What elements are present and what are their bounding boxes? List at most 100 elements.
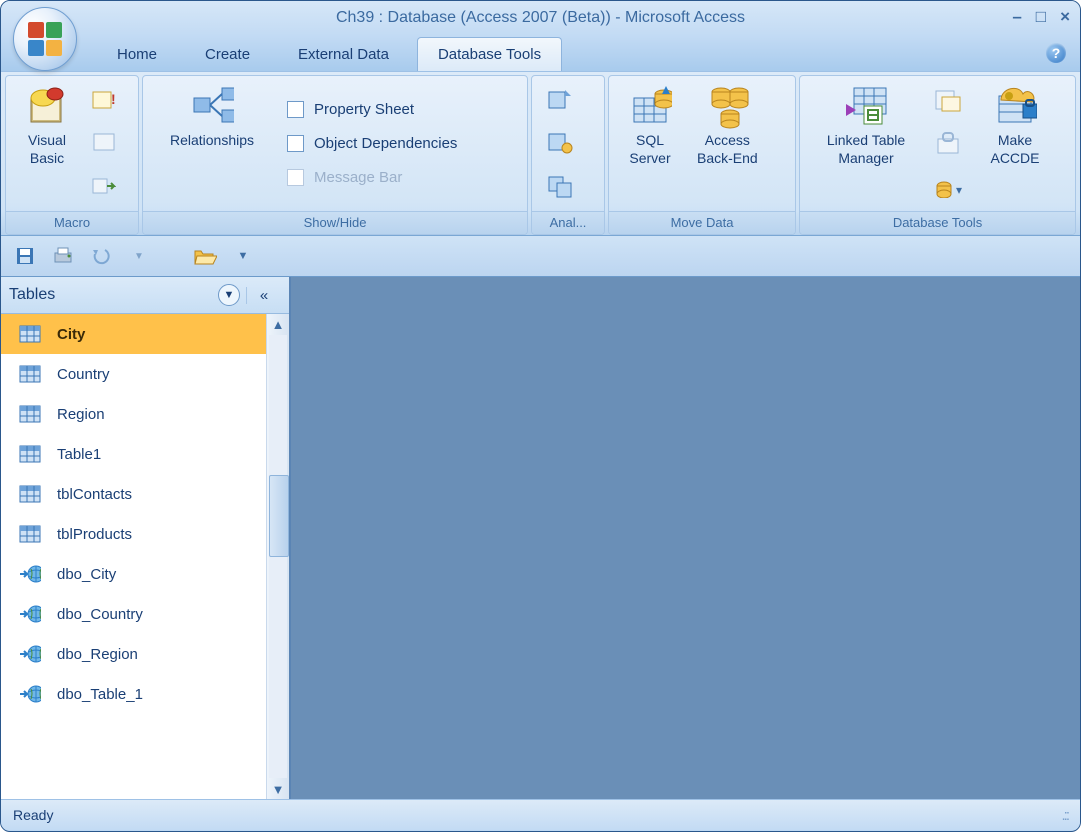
nav-item-region[interactable]: Region bbox=[1, 394, 266, 434]
linked-table-manager-icon bbox=[844, 84, 888, 128]
linked-table-icon bbox=[19, 604, 41, 624]
object-dependencies-toggle[interactable]: Object Dependencies bbox=[277, 127, 467, 161]
group-move-data-label: Move Data bbox=[609, 211, 795, 234]
checkbox-icon bbox=[287, 169, 304, 186]
property-sheet-toggle[interactable]: Property Sheet bbox=[277, 93, 467, 127]
open-folder-button[interactable] bbox=[193, 244, 217, 268]
linked-table-icon bbox=[19, 684, 41, 704]
tab-database-tools[interactable]: Database Tools bbox=[417, 37, 562, 71]
documenter-button[interactable] bbox=[544, 170, 576, 202]
nav-item-label: dbo_Country bbox=[57, 606, 143, 623]
make-accde-icon bbox=[993, 84, 1037, 128]
nav-item-dbo-country[interactable]: dbo_Country bbox=[1, 594, 266, 634]
maximize-button[interactable]: □ bbox=[1036, 7, 1046, 27]
sql-server-button[interactable]: SQL Server bbox=[613, 80, 687, 207]
linked-table-icon bbox=[19, 644, 41, 664]
tab-external-data[interactable]: External Data bbox=[278, 38, 409, 71]
scroll-down-button[interactable]: ▼ bbox=[268, 779, 288, 799]
print-button[interactable] bbox=[51, 244, 75, 268]
visual-basic-label: Visual Basic bbox=[28, 132, 66, 167]
nav-item-label: Region bbox=[57, 406, 105, 423]
status-text: Ready bbox=[13, 807, 53, 823]
nav-item-tblcontacts[interactable]: tblContacts bbox=[1, 474, 266, 514]
scroll-up-button[interactable]: ▲ bbox=[268, 314, 288, 334]
nav-item-label: Table1 bbox=[57, 446, 101, 463]
table-icon bbox=[19, 444, 41, 464]
macro-shortcut-button[interactable] bbox=[88, 127, 120, 159]
nav-item-label: tblContacts bbox=[57, 486, 132, 503]
group-database-tools-label: Database Tools bbox=[800, 211, 1075, 234]
group-show-hide-label: Show/Hide bbox=[143, 211, 527, 234]
office-button[interactable] bbox=[13, 7, 77, 71]
relationships-label: Relationships bbox=[170, 132, 254, 150]
svg-text:▾: ▾ bbox=[956, 183, 962, 197]
make-accde-button[interactable]: Make ACCDE bbox=[978, 80, 1052, 207]
nav-item-label: tblProducts bbox=[57, 526, 132, 543]
ribbon: Visual Basic ! Macro Relationships bbox=[1, 71, 1080, 236]
table-icon bbox=[19, 404, 41, 424]
quick-access-toolbar: ▼ ▼ bbox=[1, 236, 1080, 277]
qat-dropdown[interactable]: ▼ bbox=[127, 244, 151, 268]
scroll-thumb[interactable] bbox=[269, 475, 289, 557]
sql-server-label: SQL Server bbox=[629, 132, 670, 167]
office-logo-icon bbox=[28, 22, 62, 56]
visual-basic-button[interactable]: Visual Basic bbox=[10, 80, 84, 207]
nav-item-dbo-city[interactable]: dbo_City bbox=[1, 554, 266, 594]
group-move-data: SQL Server Access Back-End Move Data bbox=[608, 75, 796, 235]
nav-item-table1[interactable]: Table1 bbox=[1, 434, 266, 474]
navigation-pane: Tables ▼ « City Country Region Table1 tblCon… bbox=[1, 277, 291, 799]
tab-home[interactable]: Home bbox=[97, 38, 177, 71]
group-database-tools: Linked Table Manager ▾ Make ACCDE Databa… bbox=[799, 75, 1076, 235]
nav-scrollbar[interactable]: ▲ ▼ bbox=[266, 314, 289, 799]
nav-item-dbo-region[interactable]: dbo_Region bbox=[1, 634, 266, 674]
undo-button[interactable] bbox=[89, 244, 113, 268]
group-analyze-label: Anal... bbox=[532, 211, 604, 234]
nav-header[interactable]: Tables ▼ « bbox=[1, 277, 289, 314]
message-bar-label: Message Bar bbox=[314, 169, 402, 186]
nav-item-country[interactable]: Country bbox=[1, 354, 266, 394]
nav-item-label: dbo_Table_1 bbox=[57, 686, 143, 703]
nav-item-label: dbo_City bbox=[57, 566, 116, 583]
sql-server-icon bbox=[628, 84, 672, 128]
tab-create[interactable]: Create bbox=[185, 38, 270, 71]
close-button[interactable]: × bbox=[1060, 7, 1070, 27]
run-macro-button[interactable]: ! bbox=[88, 85, 120, 117]
object-dependencies-label: Object Dependencies bbox=[314, 135, 457, 152]
nav-title: Tables bbox=[9, 286, 218, 304]
group-show-hide: Relationships Property Sheet Object Depe… bbox=[142, 75, 528, 235]
ribbon-tab-strip: Home Create External Data Database Tools… bbox=[1, 35, 1080, 71]
table-icon bbox=[19, 484, 41, 504]
linked-table-manager-button[interactable]: Linked Table Manager bbox=[804, 80, 928, 207]
analyze-performance-button[interactable] bbox=[544, 127, 576, 159]
nav-item-city[interactable]: City bbox=[1, 314, 266, 354]
qat-customize[interactable]: ▼ bbox=[231, 244, 255, 268]
convert-macros-button[interactable] bbox=[88, 170, 120, 202]
table-icon bbox=[19, 364, 41, 384]
linked-table-manager-label: Linked Table Manager bbox=[827, 132, 905, 167]
checkbox-icon bbox=[287, 101, 304, 118]
nav-collapse-button[interactable]: « bbox=[246, 287, 281, 304]
group-analyze: Anal... bbox=[531, 75, 605, 235]
scroll-track[interactable] bbox=[269, 335, 287, 778]
analyze-table-button[interactable] bbox=[544, 85, 576, 117]
message-bar-toggle: Message Bar bbox=[277, 161, 467, 195]
save-button[interactable] bbox=[13, 244, 37, 268]
property-sheet-label: Property Sheet bbox=[314, 101, 414, 118]
encrypt-password-button[interactable] bbox=[932, 127, 964, 159]
table-icon bbox=[19, 524, 41, 544]
nav-item-label: City bbox=[57, 326, 85, 343]
nav-item-tblproducts[interactable]: tblProducts bbox=[1, 514, 266, 554]
resize-grip[interactable]: .:: bbox=[1061, 807, 1068, 824]
nav-item-dbo-table-1[interactable]: dbo_Table_1 bbox=[1, 674, 266, 714]
minimize-button[interactable]: – bbox=[1012, 7, 1021, 27]
status-bar: Ready .:: bbox=[1, 799, 1080, 830]
nav-filter-dropdown[interactable]: ▼ bbox=[218, 284, 240, 306]
visual-basic-icon bbox=[25, 84, 69, 128]
switchboard-manager-button[interactable] bbox=[932, 85, 964, 117]
addins-button[interactable]: ▾ bbox=[932, 170, 964, 202]
linked-table-icon bbox=[19, 564, 41, 584]
relationships-button[interactable]: Relationships bbox=[147, 80, 277, 207]
svg-text:!: ! bbox=[111, 91, 116, 107]
help-icon[interactable]: ? bbox=[1046, 43, 1066, 63]
access-backend-button[interactable]: Access Back-End bbox=[687, 80, 768, 207]
